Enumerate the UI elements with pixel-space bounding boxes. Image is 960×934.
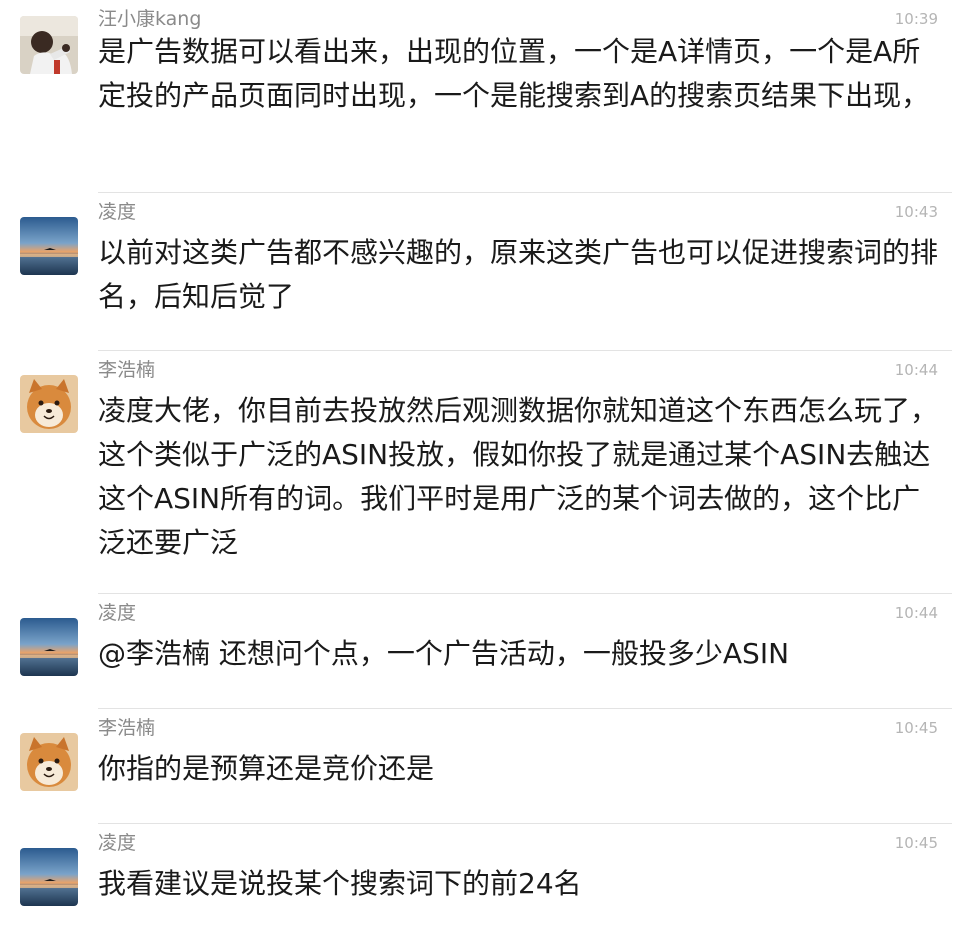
avatar[interactable] bbox=[20, 618, 78, 676]
message-time: 10:44 bbox=[894, 604, 938, 622]
message-header: 凌度 10:45 bbox=[98, 824, 948, 860]
avatar[interactable] bbox=[20, 848, 78, 906]
message-text: 你指的是预算还是竞价还是 bbox=[98, 752, 435, 785]
message-header: 李浩楠 10:45 bbox=[98, 709, 948, 745]
message-text: 凌度大佬，你目前去投放然后观测数据你就知道这个东西怎么玩了，这个类似于广泛的AS… bbox=[98, 394, 939, 559]
shiba-dog-photo-icon bbox=[20, 733, 78, 791]
message-header: 李浩楠 10:44 bbox=[98, 351, 948, 387]
chat-message: 李浩楠 10:44 凌度大佬，你目前去投放然后观测数据你就知道这个东西怎么玩了，… bbox=[0, 351, 960, 593]
chat-message: 凌度 10:43 以前对这类广告都不感兴趣的，原来这类广告也可以促进搜索词的排名… bbox=[0, 193, 960, 350]
message-text: 我看建议是说投某个搜索词下的前24名 bbox=[98, 867, 582, 900]
message-time: 10:44 bbox=[894, 361, 938, 379]
person-photo-icon bbox=[20, 16, 78, 74]
message-text: @李浩楠 还想问个点，一个广告活动，一般投多少ASIN bbox=[98, 637, 790, 670]
sender-name[interactable]: 凌度 bbox=[98, 832, 136, 854]
avatar[interactable] bbox=[20, 733, 78, 791]
sender-name[interactable]: 凌度 bbox=[98, 201, 136, 223]
chat-message-list[interactable]: 汪小康kang 10:39 是广告数据可以看出来，出现的位置，一个是A详情页，一… bbox=[0, 0, 960, 934]
sender-name[interactable]: 汪小康kang bbox=[98, 8, 201, 30]
message-time: 10:45 bbox=[894, 719, 938, 737]
sender-name[interactable]: 凌度 bbox=[98, 602, 136, 624]
message-time: 10:45 bbox=[894, 834, 938, 852]
chat-message: 凌度 10:44 @李浩楠 还想问个点，一个广告活动，一般投多少ASIN bbox=[0, 594, 960, 708]
avatar[interactable] bbox=[20, 16, 78, 74]
sunset-photo-icon bbox=[20, 217, 78, 275]
chat-message: 汪小康kang 10:39 是广告数据可以看出来，出现的位置，一个是A详情页，一… bbox=[0, 0, 960, 192]
message-time: 10:39 bbox=[894, 10, 938, 28]
message-header: 汪小康kang 10:39 bbox=[98, 0, 948, 30]
message-header: 凌度 10:43 bbox=[98, 193, 948, 229]
sender-name[interactable]: 李浩楠 bbox=[98, 359, 155, 381]
sunset-photo-icon bbox=[20, 848, 78, 906]
message-header: 凌度 10:44 bbox=[98, 594, 948, 630]
chat-message: 李浩楠 10:45 你指的是预算还是竞价还是 bbox=[0, 709, 960, 823]
message-text: 以前对这类广告都不感兴趣的，原来这类广告也可以促进搜索词的排名，后知后觉了 bbox=[98, 236, 939, 313]
avatar[interactable] bbox=[20, 375, 78, 433]
chat-message: 凌度 10:45 我看建议是说投某个搜索词下的前24名 bbox=[0, 824, 960, 934]
message-time: 10:43 bbox=[894, 203, 938, 221]
message-text: 是广告数据可以看出来，出现的位置，一个是A详情页，一个是A所定投的产品页面同时出… bbox=[98, 35, 930, 112]
sunset-photo-icon bbox=[20, 618, 78, 676]
shiba-dog-photo-icon bbox=[20, 375, 78, 433]
sender-name[interactable]: 李浩楠 bbox=[98, 717, 155, 739]
avatar[interactable] bbox=[20, 217, 78, 275]
